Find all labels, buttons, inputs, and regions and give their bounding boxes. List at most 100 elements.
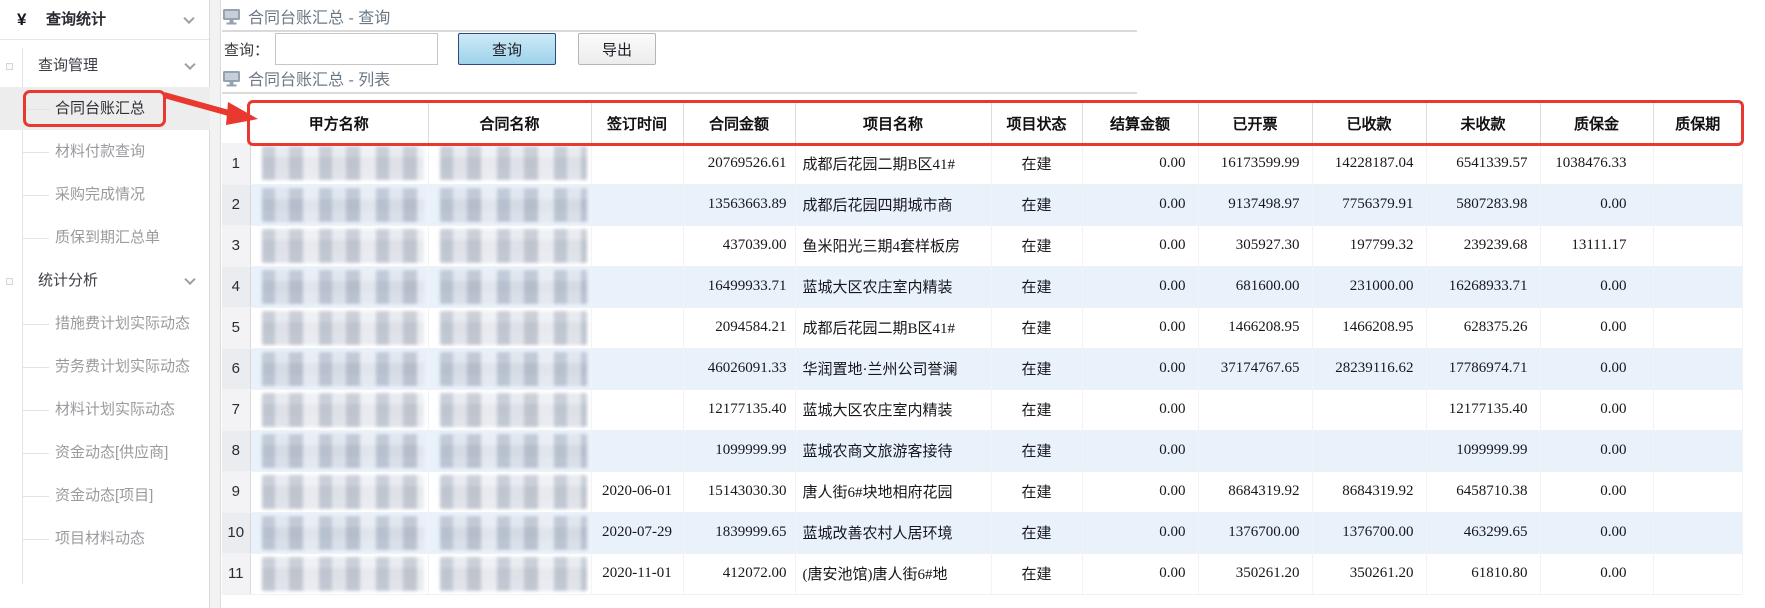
search-button[interactable]: 查询 — [458, 33, 556, 65]
column-header-invoiced-amount[interactable]: 已开票 — [1198, 103, 1312, 143]
export-button[interactable]: 导出 — [578, 33, 656, 65]
query-label: 查询： — [224, 39, 269, 60]
table-row[interactable]: 712177135.40蓝城大区农庄室内精装在建0.0012177135.400… — [222, 389, 1742, 430]
column-header-unreceived-amount[interactable]: 未收款 — [1426, 103, 1540, 143]
redacted-blur-block — [262, 434, 424, 468]
cell-contract-name — [428, 143, 591, 184]
cell-invoiced-amount: 681600.00 — [1198, 266, 1312, 307]
sidebar-item-leaf[interactable]: 资金动态[项目] — [0, 474, 210, 517]
table-row[interactable]: 102020-07-291839999.65蓝城改善农村人居环境在建0.0013… — [222, 512, 1742, 553]
column-header-received-amount[interactable]: 已收款 — [1312, 103, 1426, 143]
chevron-down-icon — [183, 12, 194, 23]
cell-party-a-name — [250, 143, 428, 184]
redacted-blur-block — [262, 393, 424, 427]
query-input[interactable] — [275, 33, 438, 65]
cell-sign-date — [591, 430, 683, 471]
column-header-retention-amount[interactable]: 质保金 — [1540, 103, 1653, 143]
cell-retention-amount: 0.00 — [1540, 184, 1653, 225]
cell-unreceived-amount: 6541339.57 — [1426, 143, 1540, 184]
sidebar-item-leaf[interactable]: 合同台账汇总 — [0, 87, 210, 130]
sidebar-item-query-statistics[interactable]: ¥ 查询统计 — [0, 0, 209, 40]
cell-retention-amount: 0.00 — [1540, 266, 1653, 307]
cell-project-name: 成都后花园二期B区41# — [795, 307, 991, 348]
column-header-party-a-name[interactable]: 甲方名称 — [250, 103, 428, 143]
cell-project-status: 在建 — [991, 553, 1082, 594]
column-header-settle-amount[interactable]: 结算金额 — [1082, 103, 1198, 143]
cell-settle-amount: 0.00 — [1082, 430, 1198, 471]
cell-project-status: 在建 — [991, 471, 1082, 512]
column-header-retention-period[interactable]: 质保期 — [1653, 103, 1742, 143]
column-header-project-name[interactable]: 项目名称 — [795, 103, 991, 143]
sidebar-item-leaf[interactable]: 材料付款查询 — [0, 130, 210, 173]
table-row[interactable]: 112020-11-01412072.00(唐安池馆)唐人街6#地在建0.003… — [222, 553, 1742, 594]
cell-project-name: 蓝城大区农庄室内精装 — [795, 266, 991, 307]
cell-party-a-name — [250, 553, 428, 594]
cell-project-status: 在建 — [991, 389, 1082, 430]
cell-invoiced-amount: 16173599.99 — [1198, 143, 1312, 184]
cell-contract-name — [428, 553, 591, 594]
sidebar-item-group[interactable]: 查询管理 — [0, 44, 210, 87]
redacted-blur-block — [440, 516, 587, 550]
cell-received-amount: 1466208.95 — [1312, 307, 1426, 348]
cell-project-name: 蓝城改善农村人居环境 — [795, 512, 991, 553]
column-header-project-status[interactable]: 项目状态 — [991, 103, 1082, 143]
cell-party-a-name — [250, 512, 428, 553]
panel-splitter[interactable] — [210, 0, 221, 608]
cell-retention-period — [1653, 389, 1742, 430]
table-row[interactable]: 92020-06-0115143030.30唐人街6#块地相府花园在建0.008… — [222, 471, 1742, 512]
table-row[interactable]: 646026091.33华润置地·兰州公司誉澜在建0.0037174767.65… — [222, 348, 1742, 389]
cell-row-number: 10 — [222, 512, 250, 553]
cell-received-amount: 7756379.91 — [1312, 184, 1426, 225]
sidebar-item-leaf[interactable]: 措施费计划实际动态 — [0, 302, 210, 345]
cell-party-a-name — [250, 184, 428, 225]
table-row[interactable]: 120769526.61成都后花园二期B区41#在建0.0016173599.9… — [222, 143, 1742, 184]
cell-project-name: 成都后花园四期城市商 — [795, 184, 991, 225]
cell-row-number: 9 — [222, 471, 250, 512]
cell-contract-amount: 1099999.99 — [683, 430, 795, 471]
sidebar-item-label: 资金动态[项目] — [55, 487, 153, 504]
cell-invoiced-amount: 9137498.97 — [1198, 184, 1312, 225]
contract-ledger-table: 甲方名称合同名称签订时间合同金额项目名称项目状态结算金额已开票已收款未收款质保金… — [222, 103, 1743, 595]
cell-sign-date — [591, 266, 683, 307]
column-header-sign-date[interactable]: 签订时间 — [591, 103, 683, 143]
cell-row-number: 8 — [222, 430, 250, 471]
cell-received-amount: 28239116.62 — [1312, 348, 1426, 389]
monitor-icon — [222, 8, 241, 25]
sidebar-item-leaf[interactable]: 资金动态[供应商] — [0, 431, 210, 474]
cell-contract-name — [428, 471, 591, 512]
cell-retention-amount: 0.00 — [1540, 307, 1653, 348]
sidebar-item-leaf[interactable]: 项目材料动态 — [0, 517, 210, 560]
cell-row-number: 3 — [222, 225, 250, 266]
cell-retention-amount: 13111.17 — [1540, 225, 1653, 266]
cell-party-a-name — [250, 430, 428, 471]
sidebar-item-label: 措施费计划实际动态 — [55, 315, 190, 332]
cell-contract-amount: 412072.00 — [683, 553, 795, 594]
sidebar-tree: 查询管理合同台账汇总材料付款查询采购完成情况质保到期汇总单统计分析措施费计划实际… — [0, 44, 210, 560]
cell-retention-amount: 1038476.33 — [1540, 143, 1653, 184]
table-row[interactable]: 81099999.99蓝城农商文旅游客接待在建0.001099999.990.0… — [222, 430, 1742, 471]
sidebar-item-label: 查询管理 — [38, 57, 98, 74]
table-row[interactable]: 213563663.89成都后花园四期城市商在建0.009137498.9777… — [222, 184, 1742, 225]
cell-project-name: 唐人街6#块地相府花园 — [795, 471, 991, 512]
cell-retention-amount: 0.00 — [1540, 512, 1653, 553]
sidebar-item-leaf[interactable]: 采购完成情况 — [0, 173, 210, 216]
table-row[interactable]: 3437039.00鱼米阳光三期4套样板房在建0.00305927.301977… — [222, 225, 1742, 266]
cell-unreceived-amount: 17786974.71 — [1426, 348, 1540, 389]
table-row[interactable]: 416499933.71蓝城大区农庄室内精装在建0.00681600.00231… — [222, 266, 1742, 307]
chevron-down-icon — [184, 58, 195, 69]
sidebar-item-group[interactable]: 统计分析 — [0, 259, 210, 302]
cell-contract-name — [428, 430, 591, 471]
sidebar-item-leaf[interactable]: 质保到期汇总单 — [0, 216, 210, 259]
table-row[interactable]: 52094584.21成都后花园二期B区41#在建0.001466208.951… — [222, 307, 1742, 348]
column-header-contract-name[interactable]: 合同名称 — [428, 103, 591, 143]
cell-unreceived-amount: 6458710.38 — [1426, 471, 1540, 512]
chevron-down-icon — [184, 273, 195, 284]
redacted-blur-block — [440, 229, 587, 263]
cell-project-status: 在建 — [991, 225, 1082, 266]
column-header-contract-amount[interactable]: 合同金额 — [683, 103, 795, 143]
cell-unreceived-amount: 463299.65 — [1426, 512, 1540, 553]
cell-invoiced-amount: 305927.30 — [1198, 225, 1312, 266]
sidebar-item-leaf[interactable]: 材料计划实际动态 — [0, 388, 210, 431]
sidebar-item-leaf[interactable]: 劳务费计划实际动态 — [0, 345, 210, 388]
cell-project-name: 成都后花园二期B区41# — [795, 143, 991, 184]
